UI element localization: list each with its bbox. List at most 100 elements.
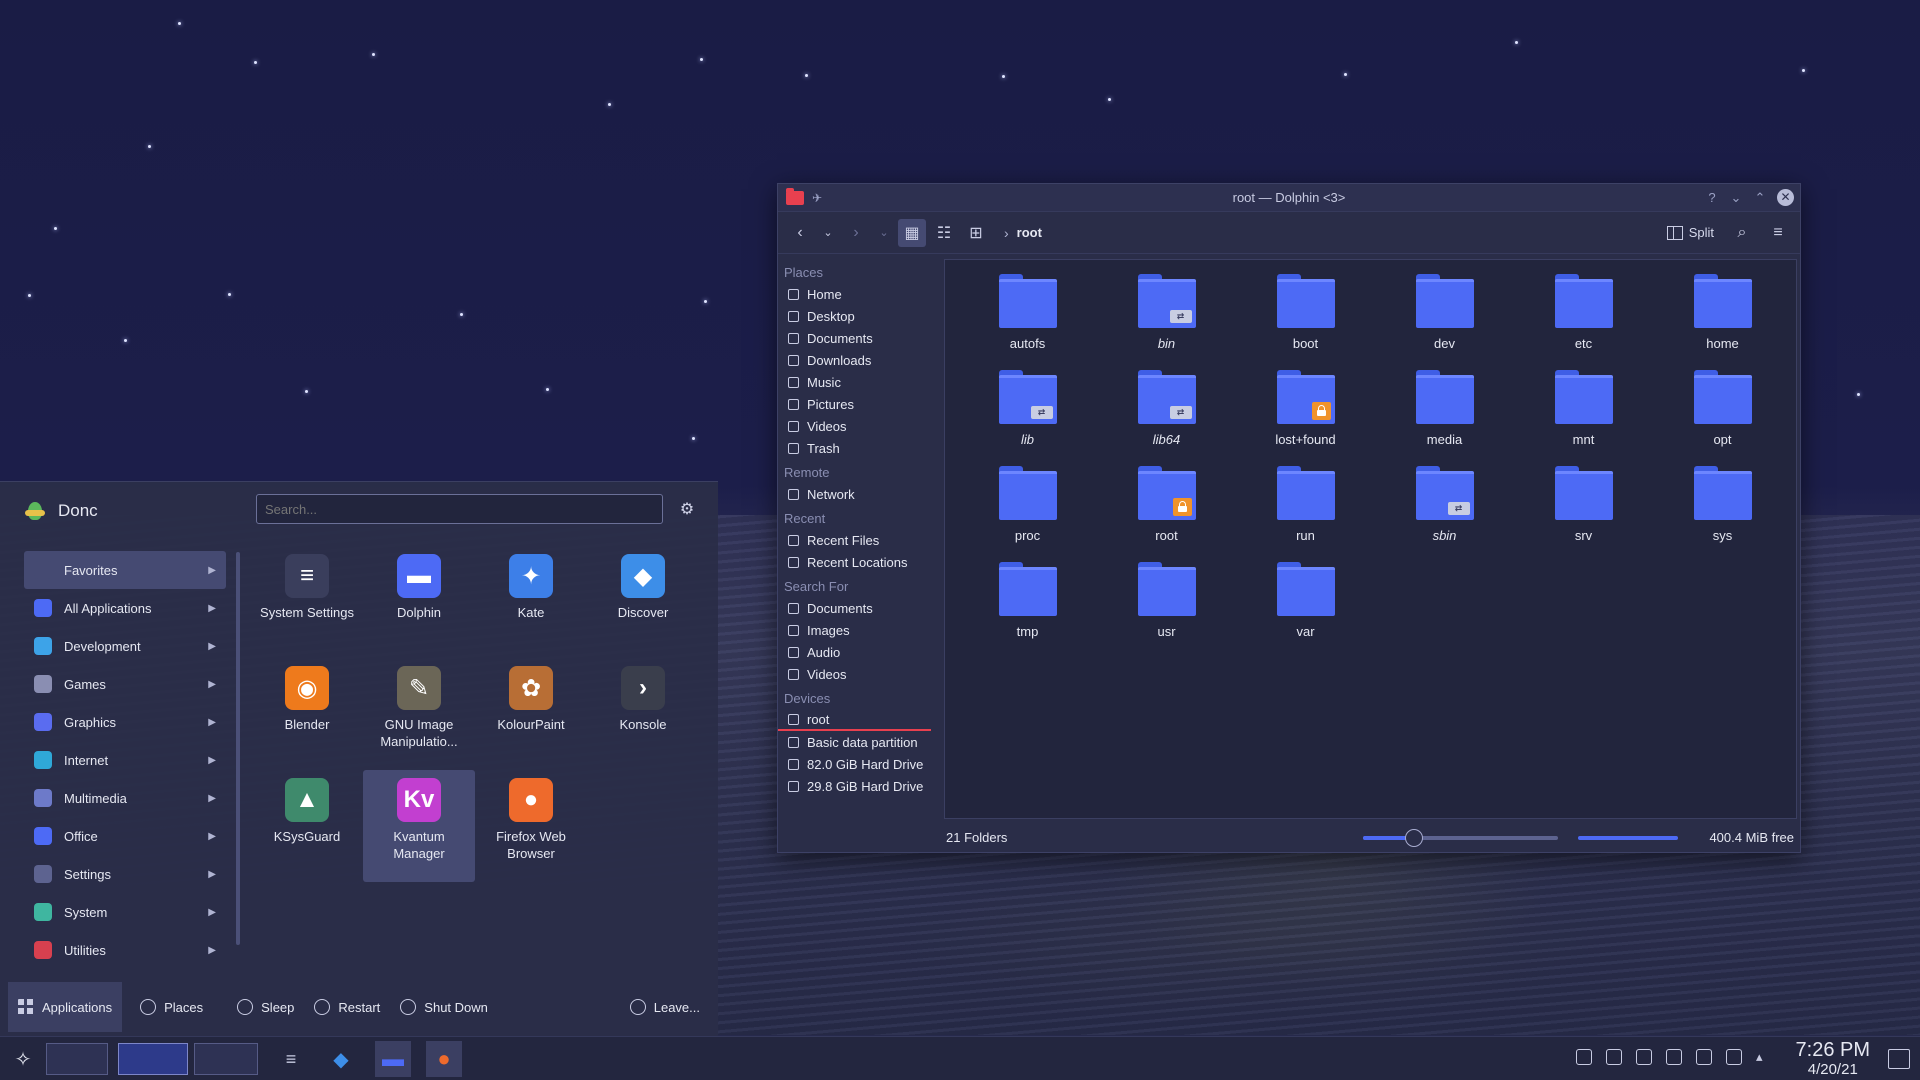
clipboard-icon[interactable] bbox=[1606, 1049, 1622, 1065]
taskbar-system-settings-icon[interactable]: ≡ bbox=[274, 1041, 308, 1077]
folder-item[interactable]: sys bbox=[1653, 460, 1792, 556]
desktop-pager-3[interactable] bbox=[194, 1043, 258, 1075]
dolphin-folder-icon[interactable] bbox=[786, 187, 804, 205]
places-item[interactable]: Desktop bbox=[778, 305, 943, 327]
forward-button[interactable]: › bbox=[842, 219, 870, 247]
folder-item[interactable]: lost+found bbox=[1236, 364, 1375, 460]
split-button[interactable]: Split bbox=[1661, 225, 1720, 240]
applications-tab[interactable]: Applications bbox=[8, 982, 123, 1032]
app-tile[interactable]: › Konsole bbox=[587, 658, 699, 770]
category-scrollbar[interactable] bbox=[236, 552, 240, 945]
places-item[interactable]: Videos bbox=[778, 415, 943, 437]
places-item[interactable]: Downloads bbox=[778, 349, 943, 371]
folder-item[interactable]: media bbox=[1375, 364, 1514, 460]
places-item[interactable]: Recent Files bbox=[778, 529, 943, 551]
category-item[interactable]: All Applications ▶ bbox=[24, 589, 226, 627]
search-icon[interactable]: ⌕ bbox=[1728, 219, 1756, 247]
category-item[interactable]: Settings ▶ bbox=[24, 855, 226, 893]
category-item[interactable]: Graphics ▶ bbox=[24, 703, 226, 741]
places-item[interactable]: Pictures bbox=[778, 393, 943, 415]
compact-view-button[interactable]: ☷ bbox=[930, 219, 958, 247]
folder-item[interactable]: srv bbox=[1514, 460, 1653, 556]
help-icon[interactable]: ? bbox=[1705, 190, 1719, 205]
details-view-button[interactable]: ⊞ bbox=[962, 219, 990, 247]
places-item[interactable]: Music bbox=[778, 371, 943, 393]
folder-item[interactable]: usr bbox=[1097, 556, 1236, 652]
maximize-icon[interactable]: ⌃ bbox=[1753, 190, 1767, 206]
launcher-search-input[interactable] bbox=[256, 494, 663, 524]
places-item[interactable]: Images bbox=[778, 619, 943, 641]
taskbar-discover-icon[interactable]: ◆ bbox=[324, 1041, 358, 1077]
category-item[interactable]: Internet ▶ bbox=[24, 741, 226, 779]
configure-filter-icon[interactable]: ⚙ bbox=[676, 499, 698, 519]
folder-item[interactable]: home bbox=[1653, 268, 1792, 364]
places-item[interactable]: 82.0 GiB Hard Drive bbox=[778, 753, 943, 775]
places-item[interactable]: Network bbox=[778, 483, 943, 505]
taskbar-dolphin-icon[interactable]: ▬ bbox=[375, 1041, 411, 1077]
folder-item[interactable]: ⇄ lib64 bbox=[1097, 364, 1236, 460]
desktop-pager-2[interactable] bbox=[118, 1043, 188, 1075]
breadcrumb-root[interactable]: root bbox=[1017, 225, 1042, 240]
app-tile[interactable]: ● Firefox Web Browser bbox=[475, 770, 587, 882]
folder-item[interactable]: opt bbox=[1653, 364, 1792, 460]
tray-expand-icon[interactable]: ▴ bbox=[1756, 1049, 1772, 1065]
pin-icon[interactable]: ✈ bbox=[812, 191, 822, 205]
tray-app-icon[interactable] bbox=[1576, 1049, 1592, 1065]
battery-icon[interactable] bbox=[1696, 1049, 1712, 1065]
category-item[interactable]: Office ▶ bbox=[24, 817, 226, 855]
zoom-slider-handle[interactable] bbox=[1405, 829, 1423, 847]
folder-item[interactable]: proc bbox=[958, 460, 1097, 556]
places-item[interactable]: 29.8 GiB Hard Drive bbox=[778, 775, 943, 797]
folder-item[interactable]: var bbox=[1236, 556, 1375, 652]
folder-item[interactable]: root bbox=[1097, 460, 1236, 556]
app-tile[interactable]: ◆ Discover bbox=[587, 546, 699, 658]
app-tile[interactable]: ✎ GNU Image Manipulatio... bbox=[363, 658, 475, 770]
places-item[interactable]: root bbox=[778, 709, 931, 731]
launcher-button-icon[interactable]: ✧ bbox=[6, 1041, 40, 1077]
places-item[interactable]: Trash bbox=[778, 437, 943, 459]
category-item[interactable]: Favorites ▶ bbox=[24, 551, 226, 589]
volume-icon[interactable] bbox=[1636, 1049, 1652, 1065]
app-tile[interactable]: ▬ Dolphin bbox=[363, 546, 475, 658]
app-tile[interactable]: ✦ Kate bbox=[475, 546, 587, 658]
window-titlebar[interactable]: ✈ root — Dolphin <3> ? ⌄ ⌃ ✕ bbox=[778, 184, 1800, 212]
folder-item[interactable]: autofs bbox=[958, 268, 1097, 364]
folder-item[interactable]: ⇄ sbin bbox=[1375, 460, 1514, 556]
app-tile[interactable]: Kv Kvantum Manager bbox=[363, 770, 475, 882]
folder-item[interactable]: ⇄ lib bbox=[958, 364, 1097, 460]
folder-item[interactable]: run bbox=[1236, 460, 1375, 556]
places-item[interactable]: Documents bbox=[778, 327, 943, 349]
places-item[interactable]: Videos bbox=[778, 663, 943, 685]
places-tab[interactable]: Places bbox=[130, 982, 213, 1032]
shutdown-button[interactable]: Shut Down bbox=[390, 982, 498, 1032]
folder-item[interactable]: tmp bbox=[958, 556, 1097, 652]
back-history-icon[interactable]: ⌄ bbox=[818, 219, 838, 247]
show-desktop-icon[interactable] bbox=[1888, 1049, 1910, 1069]
icons-view-button[interactable]: ▦ bbox=[898, 218, 926, 247]
close-icon[interactable]: ✕ bbox=[1777, 189, 1794, 206]
places-item[interactable]: Basic data partition bbox=[778, 731, 943, 753]
folder-item[interactable]: dev bbox=[1375, 268, 1514, 364]
back-button[interactable]: ‹ bbox=[786, 219, 814, 247]
category-item[interactable]: System ▶ bbox=[24, 893, 226, 931]
app-tile[interactable]: ✿ KolourPaint bbox=[475, 658, 587, 770]
user-avatar[interactable] bbox=[22, 498, 48, 524]
places-item[interactable]: Recent Locations bbox=[778, 551, 943, 573]
leave-button[interactable]: Leave... bbox=[620, 982, 710, 1032]
zoom-slider[interactable] bbox=[1363, 829, 1558, 847]
app-tile[interactable]: ≡ System Settings bbox=[251, 546, 363, 658]
places-item[interactable]: Home bbox=[778, 283, 943, 305]
app-tile[interactable]: ▲ KSysGuard bbox=[251, 770, 363, 882]
forward-history-icon[interactable]: ⌄ bbox=[874, 219, 894, 247]
folder-item[interactable]: etc bbox=[1514, 268, 1653, 364]
places-item[interactable]: Documents bbox=[778, 597, 943, 619]
minimize-icon[interactable]: ⌄ bbox=[1729, 190, 1743, 206]
folder-item[interactable]: boot bbox=[1236, 268, 1375, 364]
network-icon[interactable] bbox=[1666, 1049, 1682, 1065]
category-item[interactable]: Multimedia ▶ bbox=[24, 779, 226, 817]
sleep-button[interactable]: Sleep bbox=[227, 982, 304, 1032]
category-item[interactable]: Utilities ▶ bbox=[24, 931, 226, 969]
folder-item[interactable]: ⇄ bin bbox=[1097, 268, 1236, 364]
category-item[interactable]: Development ▶ bbox=[24, 627, 226, 665]
restart-button[interactable]: Restart bbox=[304, 982, 390, 1032]
